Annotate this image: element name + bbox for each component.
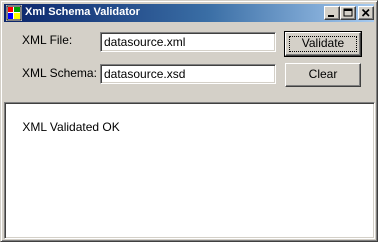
maximize-button[interactable] <box>340 6 356 20</box>
title-bar[interactable]: Xml Schema Validator <box>4 4 374 22</box>
validate-button[interactable]: Validate <box>284 31 362 57</box>
validate-button-label: Validate <box>301 36 345 50</box>
clear-button[interactable]: Clear <box>285 63 361 87</box>
output-text: XML Validated OK <box>22 120 120 134</box>
app-window-icon <box>6 5 22 21</box>
clear-button-label: Clear <box>308 67 338 81</box>
minimize-icon <box>328 15 334 17</box>
maximize-icon <box>343 8 353 17</box>
xml-file-label: XML File: <box>22 33 73 47</box>
xml-schema-label: XML Schema: <box>22 66 97 80</box>
window-title: Xml Schema Validator <box>25 6 140 18</box>
close-button[interactable] <box>358 6 374 20</box>
app-window: Xml Schema Validator XML File: datasourc… <box>0 0 378 242</box>
minimize-button[interactable] <box>324 6 340 20</box>
xml-schema-input[interactable]: datasource.xsd <box>100 64 276 84</box>
output-textarea[interactable]: XML Validated OK <box>4 102 375 239</box>
xml-file-input[interactable]: datasource.xml <box>100 32 276 52</box>
close-icon <box>361 8 370 17</box>
